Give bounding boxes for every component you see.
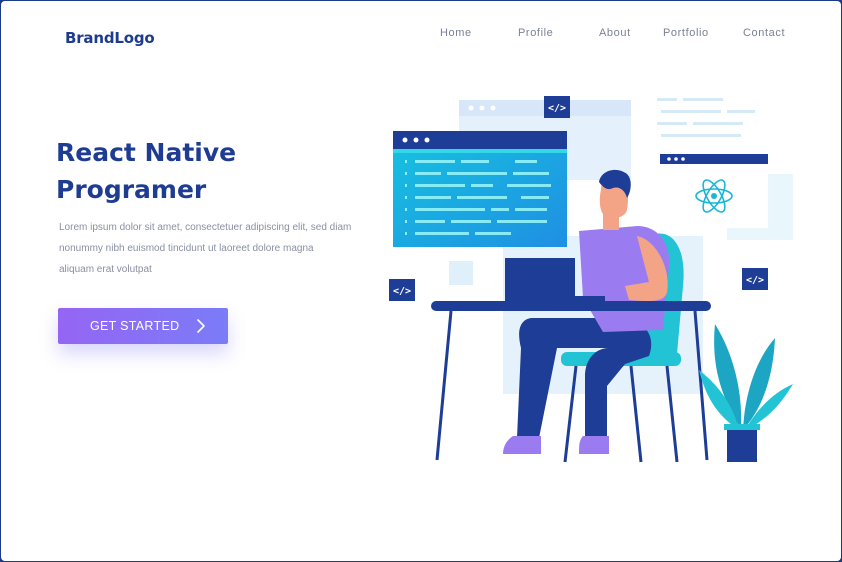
background-square xyxy=(449,261,473,285)
window-dot xyxy=(490,105,496,111)
code-badge: </> xyxy=(742,268,768,290)
code-badge-text: </> xyxy=(746,275,764,286)
code-badge: </> xyxy=(544,96,570,118)
landing-page: BrandLogo Home Profile About Portfolio C… xyxy=(1,1,841,561)
hero-description-line: aliquam erat volutpat xyxy=(59,264,152,275)
chevron-right-icon xyxy=(197,319,205,333)
main-nav: Home Profile About Portfolio Contact xyxy=(1,27,841,41)
nav-contact[interactable]: Contact xyxy=(743,27,785,39)
code-badge-text: </> xyxy=(393,286,411,297)
hero-description-line: nonummy nibh euismod tincidunt ut laoree… xyxy=(59,243,314,254)
nav-about[interactable]: About xyxy=(599,27,631,39)
window-dot xyxy=(479,105,485,111)
hero-title-line: React Native xyxy=(56,138,237,167)
hero-description-line: Lorem ipsum dolor sit amet, consectetuer… xyxy=(59,222,352,233)
react-window xyxy=(660,154,768,228)
code-badge-text: </> xyxy=(548,103,566,114)
window-dot xyxy=(468,105,474,111)
code-editor-window xyxy=(393,131,567,247)
nav-home[interactable]: Home xyxy=(440,27,472,39)
nav-profile[interactable]: Profile xyxy=(518,27,553,39)
hero-description: Lorem ipsum dolor sit amet, consectetuer… xyxy=(59,217,379,280)
hero-title-line: Programer xyxy=(56,175,207,204)
potted-plant xyxy=(699,324,793,462)
nav-portfolio[interactable]: Portfolio xyxy=(663,27,709,39)
code-badge: </> xyxy=(389,279,415,301)
developer-illustration: </> </> </> xyxy=(389,96,793,463)
hero-title: React Native Programer xyxy=(56,134,356,208)
faint-code-lines xyxy=(657,98,755,137)
get-started-label: GET STARTED xyxy=(90,319,180,333)
get-started-button[interactable]: GET STARTED xyxy=(58,308,228,344)
